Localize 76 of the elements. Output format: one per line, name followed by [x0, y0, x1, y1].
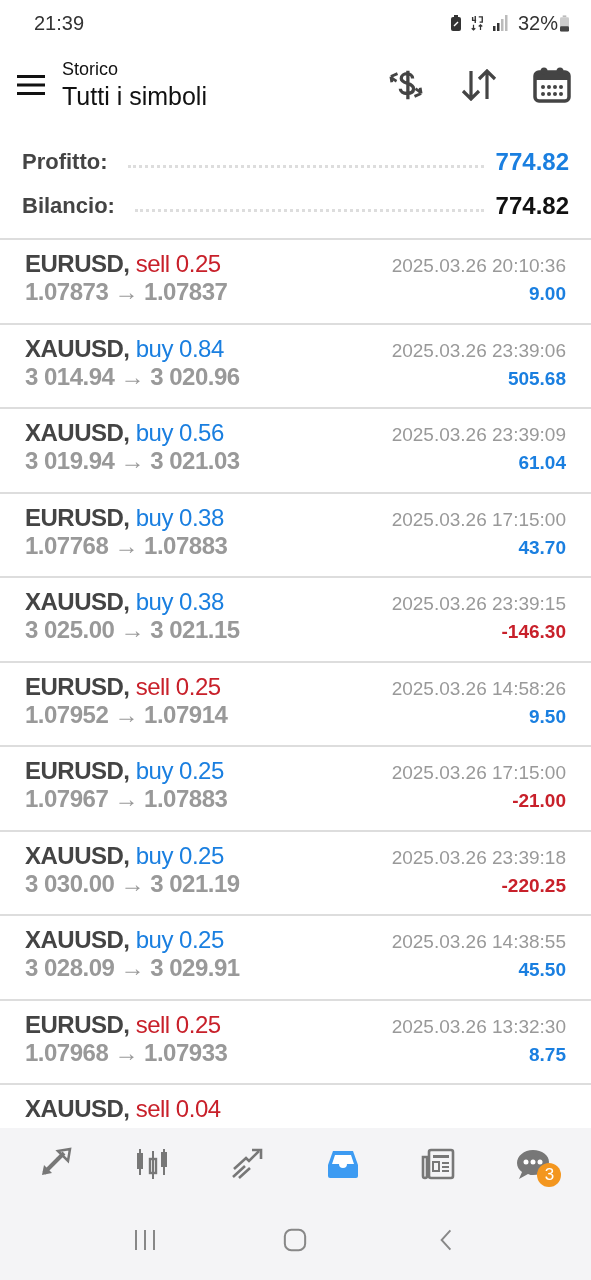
network-4g-icon: [469, 14, 484, 32]
deal-prices: 3 014.94 → 3 020.96: [25, 362, 240, 391]
deal-prices: 1.07873 → 1.07837: [25, 278, 228, 306]
recent-apps-icon: [133, 1228, 158, 1252]
deal-time: 2025.03.26 23:39:09: [391, 424, 566, 446]
menu-button[interactable]: [16, 73, 46, 97]
calendar-button[interactable]: [533, 67, 571, 103]
deal-prices: 1.07968 → 1.07933: [25, 1038, 228, 1067]
notification-badge: 3: [537, 1163, 562, 1187]
deal-time: 2025.03.26 14:38:55: [391, 931, 566, 953]
deal-time: 2025.03.26 13:32:30: [391, 1015, 566, 1038]
screen-subtitle: Storico: [62, 59, 119, 80]
deal-title: EURUSD, buy 0.25: [25, 757, 224, 785]
deal-title: EURUSD, buy 0.38: [25, 503, 224, 532]
deal-row[interactable]: EURUSD, sell 0.25 2025.03.26 13:32:30 1.07968 → 1.07933 8.75: [0, 1000, 591, 1085]
summary-value: 774.82: [495, 192, 569, 220]
home-icon: [283, 1228, 308, 1252]
battery-saver-icon: [449, 15, 462, 31]
deal-time: 2025.03.26 14:58:26: [391, 677, 566, 700]
symbol-filter-title[interactable]: Tutti i simboli: [62, 82, 207, 111]
deal-profit: 43.70: [518, 536, 566, 559]
deal-profit: 45.50: [518, 959, 566, 981]
deal-row[interactable]: XAUUSD, buy 0.38 2025.03.26 23:39:15 3 025.00 → 3 021.15 -146.30: [0, 578, 591, 663]
deal-profit: 9.00: [529, 283, 566, 305]
summary-label: Profitto:: [22, 149, 108, 175]
deal-title: XAUUSD, buy 0.38: [25, 588, 224, 616]
deal-title: EURUSD, sell 0.25: [25, 250, 221, 278]
deal-time: 2025.03.26 17:15:00: [391, 762, 566, 784]
deal-profit: -146.30: [501, 621, 566, 643]
deal-title: XAUUSD, sell 0.04: [25, 1095, 221, 1123]
deal-row[interactable]: EURUSD, sell 0.25 2025.03.26 14:58:26 1.07952 → 1.07914 9.50: [0, 662, 591, 747]
deal-title: XAUUSD, buy 0.25: [25, 926, 224, 954]
deal-row[interactable]: XAUUSD, buy 0.84 2025.03.26 23:39:06 3 014.94 → 3 020.96 505.68: [0, 324, 591, 409]
signal-icon: [491, 15, 508, 31]
deal-time: 2025.03.26 20:10:36: [391, 255, 566, 277]
deal-prices: 3 030.00 → 3 021.19: [25, 869, 240, 898]
calendar-icon: [533, 67, 571, 103]
summary-label: Bilancio:: [22, 193, 115, 219]
battery-percent: 32%: [517, 11, 558, 35]
deal-profit: -21.00: [512, 790, 566, 812]
deal-time: 2025.03.26 17:15:00: [391, 508, 566, 531]
deal-row[interactable]: EURUSD, sell 0.25 2025.03.26 20:10:36 1.07873 → 1.07837 9.00: [0, 240, 591, 325]
deal-profit: -220.25: [501, 874, 566, 897]
deal-profit: 8.75: [529, 1043, 566, 1066]
deal-prices: 3 025.00 → 3 021.15: [25, 616, 240, 644]
deal-profit: 9.50: [529, 705, 566, 728]
status-time: 21:39: [34, 11, 85, 35]
currency-button[interactable]: [387, 68, 425, 102]
menu-icon: [17, 75, 45, 95]
back-icon: [438, 1228, 453, 1252]
deal-prices: 3 028.09 → 3 029.91: [25, 954, 240, 982]
deal-profit: 61.04: [518, 452, 566, 474]
newspaper-icon: [420, 1147, 457, 1181]
deal-title: XAUUSD, buy 0.56: [25, 419, 224, 447]
summary-value: 774.82: [495, 148, 569, 176]
deal-time: 2025.03.26 23:39:15: [391, 593, 566, 615]
deal-prices: 1.07768 → 1.07883: [25, 531, 228, 560]
deal-time: 2025.03.26 23:39:18: [391, 846, 566, 869]
battery-icon: [560, 14, 569, 32]
deal-title: XAUUSD, buy 0.84: [25, 334, 224, 363]
deal-row[interactable]: XAUUSD, buy 0.56 2025.03.26 23:39:09 3 019.94 → 3 021.03 61.04: [0, 409, 591, 494]
sort-button[interactable]: [461, 69, 497, 101]
deal-title: EURUSD, sell 0.25: [25, 1010, 221, 1039]
deal-profit: 505.68: [507, 367, 566, 390]
deal-prices: 3 019.94 → 3 021.03: [25, 447, 240, 475]
deal-row[interactable]: XAUUSD, buy 0.25 2025.03.26 14:38:55 3 028.09 → 3 029.91 45.50: [0, 916, 591, 1001]
deal-prices: 1.07967 → 1.07883: [25, 785, 228, 813]
deal-row[interactable]: EURUSD, buy 0.38 2025.03.26 17:15:00 1.07768 → 1.07883 43.70: [0, 493, 591, 578]
deal-prices: 1.07952 → 1.07914: [25, 700, 228, 729]
deal-title: EURUSD, sell 0.25: [25, 672, 221, 701]
deal-time: 2025.03.26 23:39:06: [391, 339, 566, 362]
sort-arrows-icon: [461, 69, 497, 101]
deal-row[interactable]: EURUSD, buy 0.25 2025.03.26 17:15:00 1.07967 → 1.07883 -21.00: [0, 747, 591, 832]
dollar-exchange-icon: [387, 68, 425, 102]
deal-title: XAUUSD, buy 0.25: [25, 841, 224, 870]
deal-row[interactable]: XAUUSD, buy 0.25 2025.03.26 23:39:18 3 030.00 → 3 021.19 -220.25: [0, 831, 591, 916]
